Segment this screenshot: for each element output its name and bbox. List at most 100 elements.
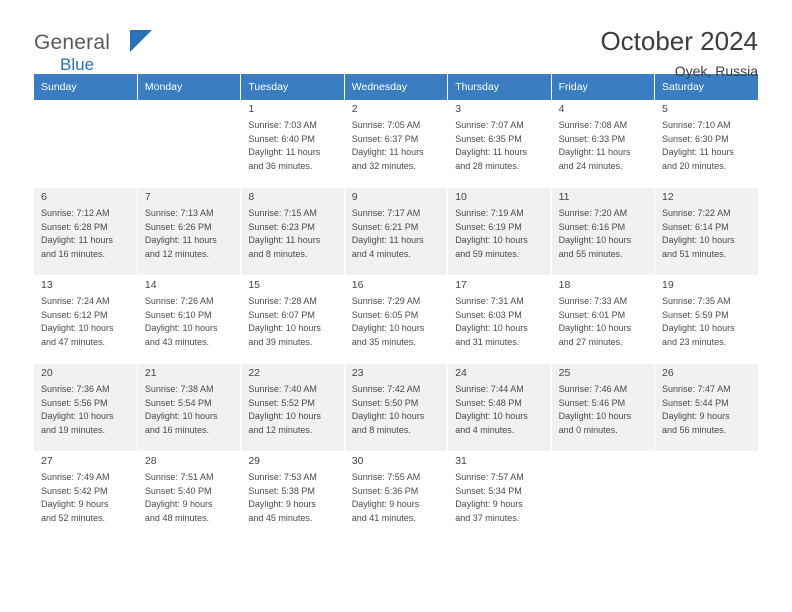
day-details: Sunrise: 7:33 AM Sunset: 6:01 PM Dayligh… bbox=[558, 296, 632, 347]
day-details: Sunrise: 7:28 AM Sunset: 6:07 PM Dayligh… bbox=[248, 296, 321, 347]
day-details: Sunrise: 7:22 AM Sunset: 6:14 PM Dayligh… bbox=[662, 208, 735, 259]
day-details: Sunrise: 7:38 AM Sunset: 5:54 PM Dayligh… bbox=[144, 384, 218, 435]
day-details: Sunrise: 7:26 AM Sunset: 6:10 PM Dayligh… bbox=[144, 296, 218, 347]
day-cell[interactable]: 26 Sunrise: 7:47 AM Sunset: 5:44 PM Dayl… bbox=[654, 363, 758, 452]
day-cell[interactable]: 14 Sunrise: 7:26 AM Sunset: 6:10 PM Dayl… bbox=[137, 275, 242, 364]
calendar-week-row: 13 Sunrise: 7:24 AM Sunset: 6:12 PM Dayl… bbox=[34, 275, 758, 364]
day-details: Sunrise: 7:36 AM Sunset: 5:56 PM Dayligh… bbox=[41, 384, 114, 435]
page-subtitle: Oyek, Russia bbox=[674, 63, 758, 79]
day-cell[interactable]: 30 Sunrise: 7:55 AM Sunset: 5:36 PM Dayl… bbox=[344, 451, 449, 540]
day-details: Sunrise: 7:17 AM Sunset: 6:21 PM Dayligh… bbox=[351, 208, 424, 259]
day-cell[interactable]: 15 Sunrise: 7:28 AM Sunset: 6:07 PM Dayl… bbox=[240, 275, 345, 364]
day-details: Sunrise: 7:55 AM Sunset: 5:36 PM Dayligh… bbox=[351, 472, 421, 523]
day-details: Sunrise: 7:12 AM Sunset: 6:28 PM Dayligh… bbox=[41, 208, 113, 259]
day-cell[interactable]: 13 Sunrise: 7:24 AM Sunset: 6:12 PM Dayl… bbox=[34, 275, 138, 364]
day-cell[interactable]: 29 Sunrise: 7:53 AM Sunset: 5:38 PM Dayl… bbox=[240, 451, 345, 540]
day-number: 26 bbox=[662, 367, 674, 379]
page-header: General Blue October 2024 Oyek, Russia bbox=[34, 0, 758, 79]
day-number: 23 bbox=[351, 367, 364, 379]
day-cell[interactable]: 1 Sunrise: 7:03 AM Sunset: 6:40 PM Dayli… bbox=[240, 100, 345, 188]
day-details: Sunrise: 7:47 AM Sunset: 5:44 PM Dayligh… bbox=[662, 384, 731, 435]
day-number: 7 bbox=[144, 191, 151, 203]
calendar-table: Sunday Monday Tuesday Wednesday Thursday… bbox=[34, 74, 758, 540]
day-cell[interactable]: 4 Sunrise: 7:08 AM Sunset: 6:33 PM Dayli… bbox=[551, 100, 656, 188]
day-number: 13 bbox=[41, 279, 53, 291]
day-cell[interactable]: 12 Sunrise: 7:22 AM Sunset: 6:14 PM Dayl… bbox=[654, 187, 758, 276]
day-cell[interactable]: 16 Sunrise: 7:29 AM Sunset: 6:05 PM Dayl… bbox=[344, 275, 449, 364]
calendar-week-row: 27 Sunrise: 7:49 AM Sunset: 5:42 PM Dayl… bbox=[34, 451, 758, 540]
day-details: Sunrise: 7:35 AM Sunset: 5:59 PM Dayligh… bbox=[662, 296, 735, 347]
day-details: Sunrise: 7:05 AM Sunset: 6:37 PM Dayligh… bbox=[351, 120, 424, 171]
day-number: 31 bbox=[455, 455, 467, 467]
page-title: October 2024 bbox=[600, 26, 758, 56]
calendar-week-row: 6 Sunrise: 7:12 AM Sunset: 6:28 PM Dayli… bbox=[34, 187, 758, 276]
day-number: 6 bbox=[41, 191, 47, 203]
day-number: 12 bbox=[662, 191, 674, 203]
day-details: Sunrise: 7:10 AM Sunset: 6:30 PM Dayligh… bbox=[662, 120, 734, 171]
day-number: 21 bbox=[144, 367, 157, 379]
day-details: Sunrise: 7:07 AM Sunset: 6:35 PM Dayligh… bbox=[455, 120, 528, 171]
day-number: 22 bbox=[248, 367, 261, 379]
day-cell[interactable] bbox=[654, 451, 758, 540]
day-number: 27 bbox=[41, 455, 53, 467]
day-cell[interactable]: 2 Sunrise: 7:05 AM Sunset: 6:37 PM Dayli… bbox=[344, 100, 449, 188]
day-number: 1 bbox=[248, 103, 255, 115]
day-cell[interactable]: 23 Sunrise: 7:42 AM Sunset: 5:50 PM Dayl… bbox=[344, 363, 449, 452]
day-number: 17 bbox=[455, 279, 467, 291]
day-number: 16 bbox=[351, 279, 364, 291]
day-details: Sunrise: 7:29 AM Sunset: 6:05 PM Dayligh… bbox=[351, 296, 425, 347]
title-block: October 2024 Oyek, Russia bbox=[600, 26, 758, 81]
day-cell[interactable]: 21 Sunrise: 7:38 AM Sunset: 5:54 PM Dayl… bbox=[137, 363, 242, 452]
day-number: 25 bbox=[558, 367, 571, 379]
day-cell[interactable] bbox=[34, 100, 138, 188]
day-cell[interactable]: 8 Sunrise: 7:15 AM Sunset: 6:23 PM Dayli… bbox=[240, 187, 345, 276]
day-cell[interactable]: 3 Sunrise: 7:07 AM Sunset: 6:35 PM Dayli… bbox=[447, 100, 552, 188]
day-details: Sunrise: 7:08 AM Sunset: 6:33 PM Dayligh… bbox=[558, 120, 631, 171]
day-number: 29 bbox=[248, 455, 261, 467]
day-cell[interactable]: 17 Sunrise: 7:31 AM Sunset: 6:03 PM Dayl… bbox=[447, 275, 552, 364]
day-cell[interactable]: 19 Sunrise: 7:35 AM Sunset: 5:59 PM Dayl… bbox=[654, 275, 758, 364]
day-details: Sunrise: 7:31 AM Sunset: 6:03 PM Dayligh… bbox=[455, 296, 528, 347]
day-cell[interactable]: 5 Sunrise: 7:10 AM Sunset: 6:30 PM Dayli… bbox=[654, 100, 758, 188]
day-number: 15 bbox=[248, 279, 261, 291]
day-number: 11 bbox=[558, 191, 570, 203]
day-cell[interactable] bbox=[551, 451, 656, 540]
day-details: Sunrise: 7:49 AM Sunset: 5:42 PM Dayligh… bbox=[41, 472, 110, 523]
day-cell[interactable]: 20 Sunrise: 7:36 AM Sunset: 5:56 PM Dayl… bbox=[34, 363, 138, 452]
day-number: 2 bbox=[351, 103, 358, 115]
day-cell[interactable]: 10 Sunrise: 7:19 AM Sunset: 6:19 PM Dayl… bbox=[447, 187, 552, 276]
weekday-header-wednesday: Wednesday bbox=[344, 74, 449, 100]
day-cell[interactable]: 9 Sunrise: 7:17 AM Sunset: 6:21 PM Dayli… bbox=[344, 187, 449, 276]
day-details: Sunrise: 7:42 AM Sunset: 5:50 PM Dayligh… bbox=[351, 384, 425, 435]
day-number: 5 bbox=[662, 103, 668, 115]
brand-name-blue: Blue bbox=[60, 55, 95, 74]
flag-icon bbox=[130, 30, 152, 52]
day-cell[interactable]: 25 Sunrise: 7:46 AM Sunset: 5:46 PM Dayl… bbox=[551, 363, 656, 452]
day-number: 8 bbox=[248, 191, 255, 203]
brand-name-general: General bbox=[34, 31, 111, 54]
day-cell[interactable] bbox=[137, 100, 242, 188]
day-number: 19 bbox=[662, 279, 674, 291]
day-details: Sunrise: 7:46 AM Sunset: 5:46 PM Dayligh… bbox=[558, 384, 632, 435]
day-details: Sunrise: 7:53 AM Sunset: 5:38 PM Dayligh… bbox=[248, 472, 317, 523]
day-details: Sunrise: 7:03 AM Sunset: 6:40 PM Dayligh… bbox=[248, 120, 321, 171]
weekday-header-thursday: Thursday bbox=[447, 74, 552, 100]
day-details: Sunrise: 7:44 AM Sunset: 5:48 PM Dayligh… bbox=[455, 384, 528, 435]
day-cell[interactable]: 22 Sunrise: 7:40 AM Sunset: 5:52 PM Dayl… bbox=[240, 363, 345, 452]
day-cell[interactable]: 24 Sunrise: 7:44 AM Sunset: 5:48 PM Dayl… bbox=[447, 363, 552, 452]
weekday-header-tuesday: Tuesday bbox=[240, 74, 345, 100]
calendar-page: General Blue October 2024 Oyek, Russia S… bbox=[0, 0, 792, 612]
day-cell[interactable]: 18 Sunrise: 7:33 AM Sunset: 6:01 PM Dayl… bbox=[551, 275, 656, 364]
day-cell[interactable]: 28 Sunrise: 7:51 AM Sunset: 5:40 PM Dayl… bbox=[137, 451, 242, 540]
day-number: 28 bbox=[144, 455, 157, 467]
day-number: 24 bbox=[455, 367, 467, 379]
day-details: Sunrise: 7:15 AM Sunset: 6:23 PM Dayligh… bbox=[248, 208, 321, 259]
day-cell[interactable]: 31 Sunrise: 7:57 AM Sunset: 5:34 PM Dayl… bbox=[447, 451, 552, 540]
day-number: 4 bbox=[558, 103, 565, 115]
day-cell[interactable]: 27 Sunrise: 7:49 AM Sunset: 5:42 PM Dayl… bbox=[34, 451, 138, 540]
day-cell[interactable]: 7 Sunrise: 7:13 AM Sunset: 6:26 PM Dayli… bbox=[137, 187, 242, 276]
day-details: Sunrise: 7:57 AM Sunset: 5:34 PM Dayligh… bbox=[455, 472, 524, 523]
day-number: 10 bbox=[455, 191, 467, 203]
day-cell[interactable]: 6 Sunrise: 7:12 AM Sunset: 6:28 PM Dayli… bbox=[34, 187, 138, 276]
day-cell[interactable]: 11 Sunrise: 7:20 AM Sunset: 6:16 PM Dayl… bbox=[551, 187, 656, 276]
